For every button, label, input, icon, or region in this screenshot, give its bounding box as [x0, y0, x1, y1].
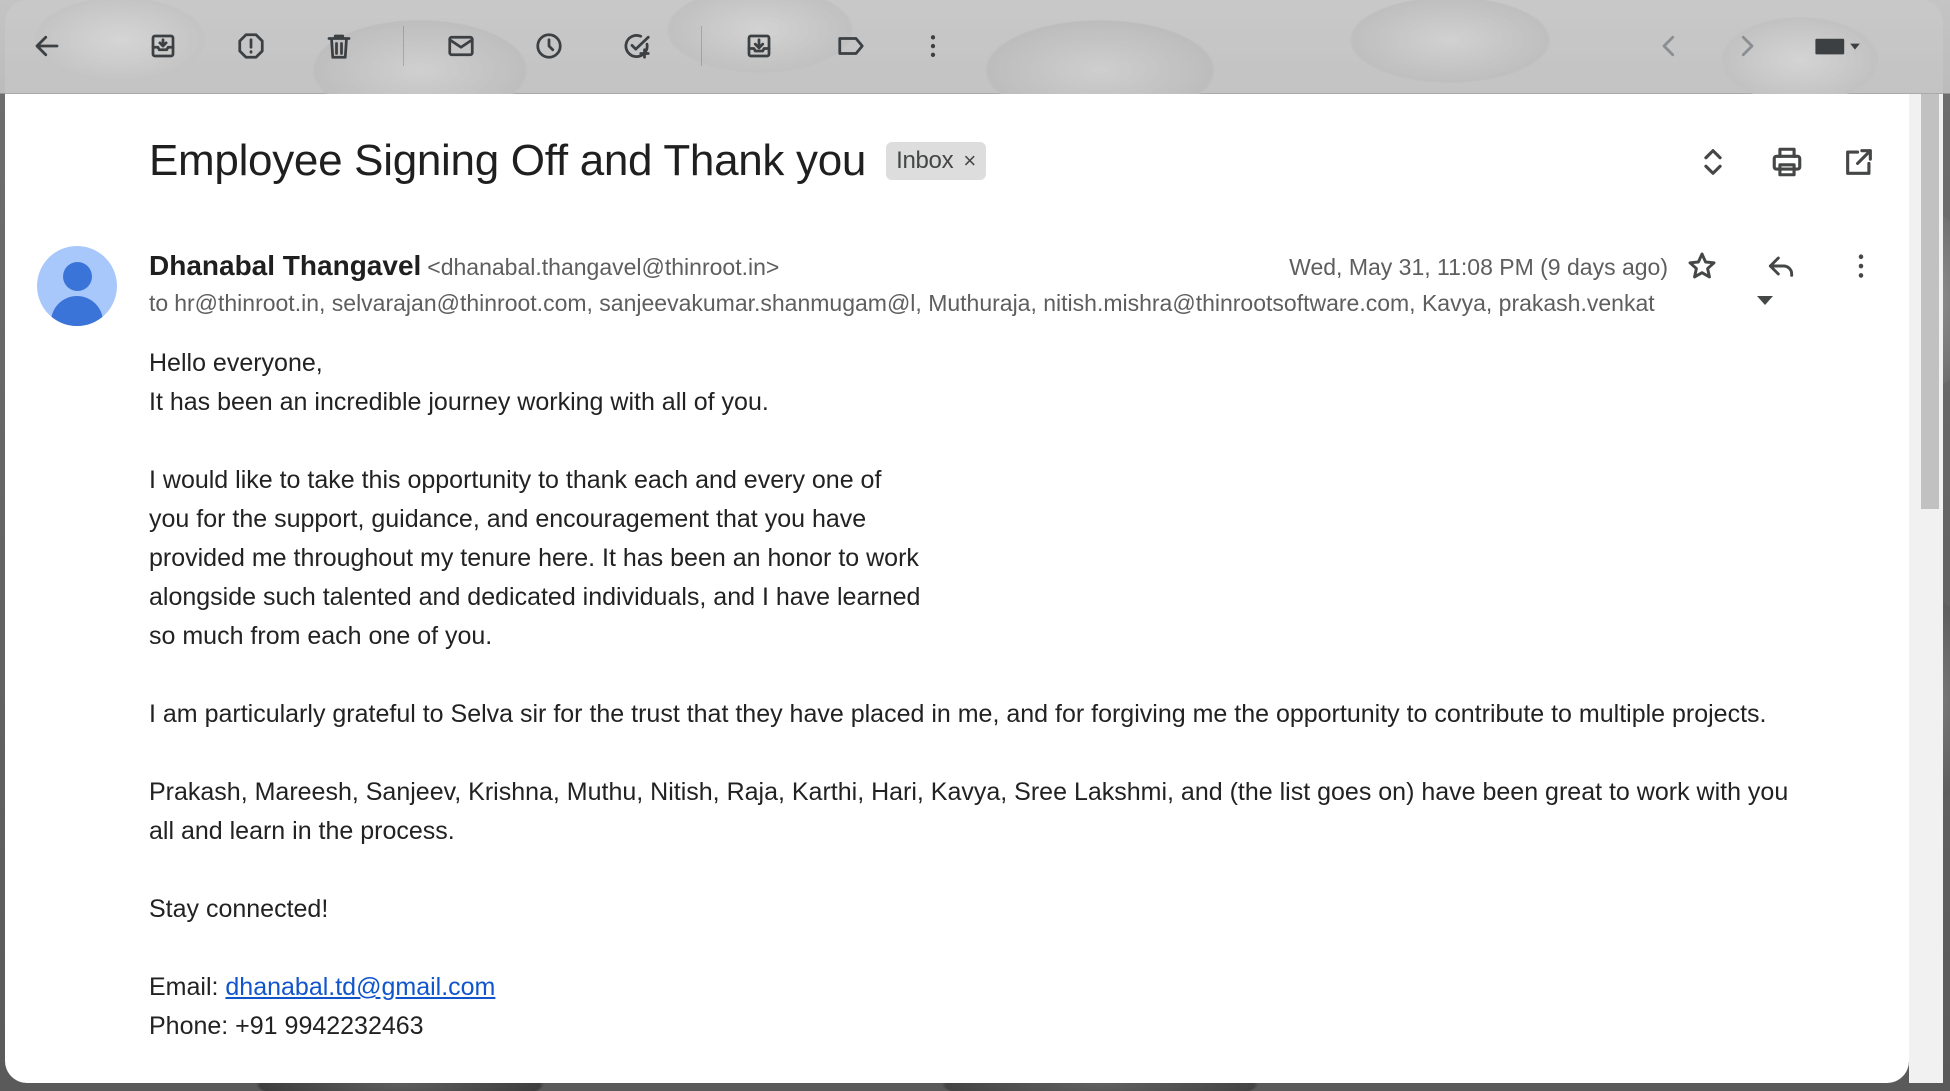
labels-button[interactable] [831, 26, 871, 66]
email-subject: Employee Signing Off and Thank you [149, 136, 867, 185]
recipients-line: to hr@thinroot.in, selvarajan@thinroot.c… [149, 290, 1749, 317]
archive-button[interactable] [143, 26, 183, 66]
arrow-left-icon [35, 35, 59, 57]
report-spam-icon [238, 33, 264, 59]
more-vert-icon [1858, 254, 1864, 278]
toolbar-divider [701, 26, 702, 66]
print-icon [1772, 147, 1802, 177]
snooze-button[interactable] [529, 26, 569, 66]
email-date[interactable]: Wed, May 31, 11:08 PM (9 days ago) [1289, 254, 1668, 281]
scrollbar-thumb[interactable] [1921, 94, 1939, 509]
move-to-button[interactable] [739, 26, 779, 66]
sender-avatar[interactable] [37, 246, 117, 326]
print-button[interactable] [1765, 140, 1809, 184]
toolbar-divider [403, 26, 404, 66]
archive-icon [151, 34, 175, 58]
move-to-icon [747, 34, 771, 58]
keyboard-icon [1815, 38, 1860, 55]
clock-icon [536, 33, 562, 59]
remove-label-button[interactable]: × [963, 148, 976, 174]
newer-message-button[interactable] [1649, 26, 1689, 66]
signature-email: Email: dhanabal.td@gmail.com [149, 968, 1879, 1007]
unfold-icon [1704, 149, 1722, 175]
add-to-tasks-button[interactable] [617, 26, 657, 66]
recipients-list: hr@thinroot.in, selvarajan@thinroot.com,… [174, 290, 1655, 316]
email-body: Hello everyone, It has been an incredibl… [149, 344, 1879, 1046]
sender-info: Dhanabal Thangavel <dhanabal.thangavel@t… [149, 250, 779, 282]
body-line: alongside such talented and dedicated in… [149, 583, 921, 611]
chevron-left-icon [1662, 35, 1675, 57]
signature-email-link[interactable]: dhanabal.td@gmail.com [225, 973, 495, 1001]
message-toolbar [5, 0, 1943, 94]
mark-unread-button[interactable] [441, 26, 481, 66]
message-more-button[interactable] [1839, 244, 1883, 288]
back-button[interactable] [27, 26, 67, 66]
label-icon [838, 37, 864, 55]
trash-icon [327, 34, 351, 59]
inbox-label-chip[interactable]: Inbox × [886, 142, 986, 180]
delete-button[interactable] [319, 26, 359, 66]
add-task-icon [624, 34, 650, 59]
show-details-caret-icon[interactable] [1757, 296, 1773, 305]
more-options-button[interactable] [913, 26, 953, 66]
older-message-button[interactable] [1727, 26, 1767, 66]
email-view: Employee Signing Off and Thank you Inbox… [5, 94, 1909, 1083]
open-in-new-icon [1846, 149, 1872, 175]
more-vert-icon [930, 35, 936, 57]
body-line: It has been an incredible journey workin… [149, 388, 769, 416]
scrollbar[interactable] [1909, 94, 1943, 1083]
mail-icon [448, 35, 474, 57]
body-line: you for the support, guidance, and encou… [149, 505, 867, 533]
star-button[interactable] [1680, 244, 1724, 288]
report-spam-button[interactable] [231, 26, 271, 66]
subject-line: Employee Signing Off and Thank you Inbox… [149, 136, 986, 186]
body-greeting: Hello everyone, [149, 349, 323, 377]
reply-button[interactable] [1759, 244, 1803, 288]
sender-name[interactable]: Dhanabal Thangavel [149, 250, 421, 282]
body-closing: Stay connected! [149, 895, 329, 923]
avatar-body [51, 296, 103, 326]
open-in-new-window-button[interactable] [1837, 140, 1881, 184]
chevron-right-icon [1741, 35, 1754, 57]
recipients-prefix: to [149, 290, 169, 316]
label-chip-text: Inbox [896, 147, 954, 174]
expand-all-button[interactable] [1691, 140, 1735, 184]
star-icon [1688, 252, 1716, 279]
body-line: all and learn in the process. [149, 817, 455, 845]
sender-email: <dhanabal.thangavel@thinroot.in> [427, 254, 780, 280]
signature-email-label: Email: [149, 973, 226, 1001]
avatar-head [63, 262, 92, 291]
signature-phone: Phone: +91 9942232463 [149, 1012, 424, 1040]
body-line: so much from each one of you. [149, 622, 493, 650]
body-line: provided me throughout my tenure here. I… [149, 544, 919, 572]
body-line: Prakash, Mareesh, Sanjeev, Krishna, Muth… [149, 778, 1789, 806]
body-paragraph: I am particularly grateful to Selva sir … [149, 700, 1767, 728]
reply-icon [1768, 256, 1794, 277]
input-tools-button[interactable] [1801, 26, 1873, 66]
body-line: I would like to take this opportunity to… [149, 466, 882, 494]
